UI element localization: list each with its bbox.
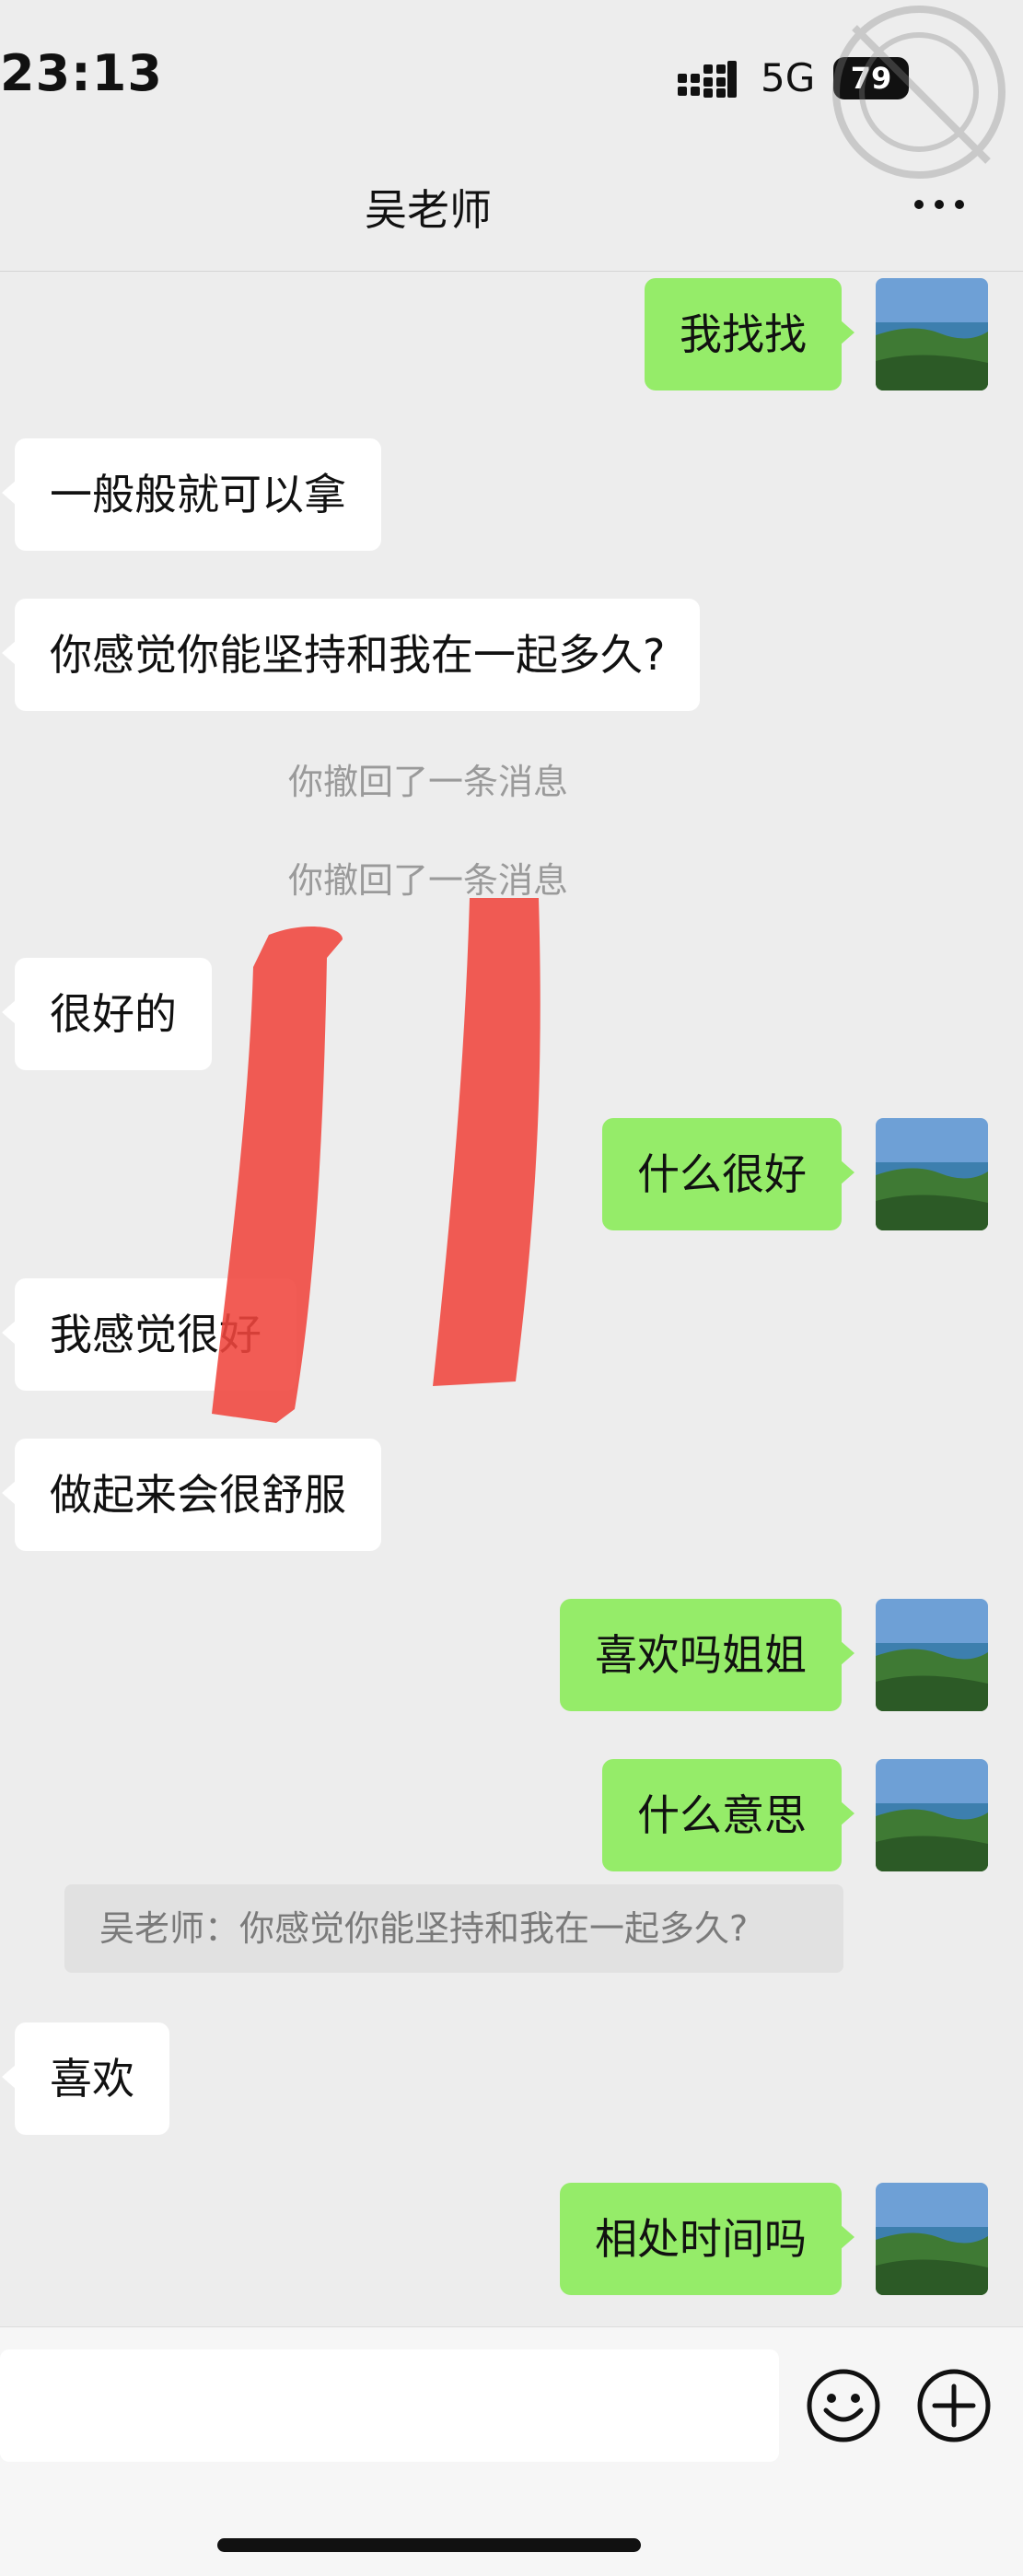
home-indicator[interactable] xyxy=(217,2538,641,2552)
emoji-smile-icon[interactable] xyxy=(806,2368,881,2443)
red-marker-annotation xyxy=(212,898,541,1423)
plus-circle-icon[interactable] xyxy=(916,2368,992,2443)
message-input[interactable] xyxy=(0,2349,779,2462)
